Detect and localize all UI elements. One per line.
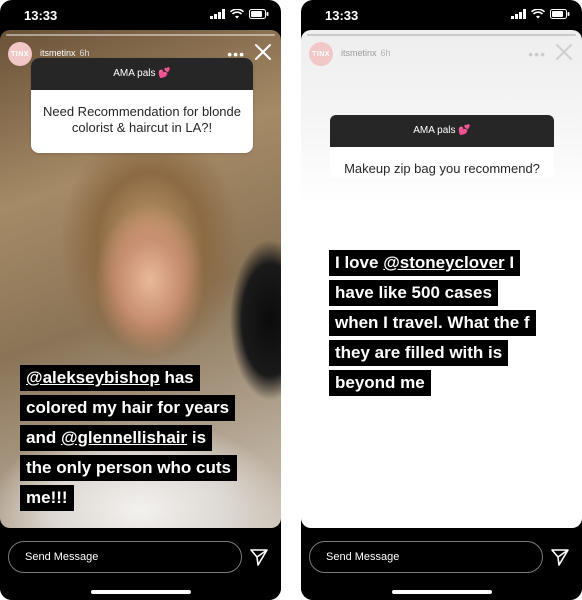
ama-title: AMA pals 💕	[330, 115, 554, 147]
status-time: 13:33	[325, 8, 359, 23]
answer-line: I love @stoneyclover I	[329, 250, 521, 276]
mention-link[interactable]: @glennellishair	[61, 428, 187, 447]
story-content[interactable]: TINX itsmetinx 6h ••• AMA pals 💕 Need Rec…	[0, 30, 281, 528]
home-indicator	[90, 590, 191, 594]
message-bar: Send Message	[0, 528, 281, 600]
story-header: TINX itsmetinx 6h •••	[309, 40, 574, 68]
wifi-icon	[531, 9, 545, 19]
send-icon[interactable]	[550, 547, 570, 567]
status-time: 13:33	[24, 8, 58, 23]
send-message-input[interactable]: Send Message	[8, 541, 242, 573]
username[interactable]: itsmetinx 6h	[40, 48, 90, 58]
status-icons	[511, 9, 570, 19]
ama-question: Makeup zip bag you recommend?	[330, 147, 554, 177]
message-bar: Send Message	[301, 528, 582, 600]
ama-title: AMA pals 💕	[31, 58, 253, 90]
ama-question: Need Recommendation for blonde colorist …	[42, 104, 241, 135]
phone-left: 13:33 TINX itsmetinx 6h ••• AMA pals 💕 Ne…	[0, 0, 281, 600]
status-bar: 13:33	[0, 0, 281, 30]
story-progress-bar	[307, 34, 576, 36]
answer-line: colored my hair for years	[20, 395, 236, 421]
avatar[interactable]: TINX	[8, 42, 32, 66]
mention-link[interactable]: @alekseybishop	[26, 368, 160, 387]
ama-question-card: AMA pals 💕 Makeup zip bag you recommend?	[330, 115, 554, 187]
username-text[interactable]: itsmetinx	[40, 48, 76, 58]
answer-text-segment: I love	[335, 253, 384, 272]
story-progress-bar	[6, 34, 275, 36]
battery-icon	[249, 9, 269, 19]
ama-question-card: AMA pals 💕 Need Recommendation for blond…	[31, 58, 253, 153]
signal-icon	[511, 9, 526, 19]
story-time: 6h	[79, 48, 90, 58]
answer-line: the only person who cuts	[20, 455, 237, 481]
answer-text: @alekseybishop has colored my hair for y…	[20, 365, 276, 515]
story-content[interactable]: TINX itsmetinx 6h ••• AMA pals 💕 Makeup z…	[301, 30, 582, 528]
answer-line: and @glennellishair is	[20, 425, 213, 451]
battery-icon	[550, 9, 570, 19]
answer-line: when I travel. What the f	[329, 310, 536, 336]
answer-text-segment: is	[187, 428, 207, 447]
answer-text-segment: has	[159, 368, 194, 387]
wifi-icon	[230, 9, 244, 19]
home-indicator	[391, 590, 492, 594]
avatar[interactable]: TINX	[309, 42, 333, 66]
more-options-icon[interactable]: •••	[528, 46, 546, 62]
mention-link[interactable]: @stoneyclover	[383, 253, 504, 272]
answer-line: beyond me	[329, 370, 431, 396]
answer-line: @alekseybishop has	[20, 365, 200, 391]
answer-text-segment: I	[504, 253, 515, 272]
answer-line: have like 500 cases	[329, 280, 498, 306]
answer-line: they are filled with is	[329, 340, 509, 366]
answer-text: I love @stoneyclover I have like 500 cas…	[329, 250, 579, 400]
send-icon[interactable]	[249, 547, 269, 567]
username[interactable]: itsmetinx 6h	[341, 48, 391, 58]
phone-right: 13:33 TINX itsmetinx 6h ••• AMA pals 💕 Ma…	[301, 0, 582, 600]
send-message-input[interactable]: Send Message	[309, 541, 543, 573]
close-icon[interactable]	[253, 42, 273, 62]
answer-text-segment: and	[26, 428, 61, 447]
status-icons	[210, 9, 269, 19]
answer-line: me!!!	[20, 485, 74, 511]
close-icon[interactable]	[554, 42, 574, 62]
username-text[interactable]: itsmetinx	[341, 48, 377, 58]
story-time: 6h	[380, 48, 391, 58]
signal-icon	[210, 9, 225, 19]
status-bar: 13:33	[301, 0, 582, 30]
